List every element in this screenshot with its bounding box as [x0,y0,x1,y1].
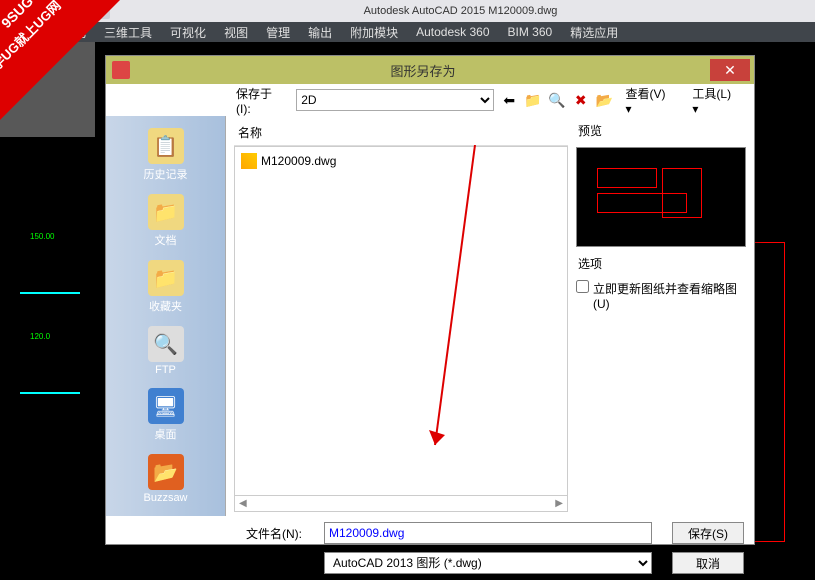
tool-palette [0,42,95,137]
ribbon-tabs: 注释 参数化 三维工具 可视化 视图 管理 输出 附加模块 Autodesk 3… [0,22,815,42]
search-icon[interactable]: 🔍 [548,91,566,109]
dialog-toolbar: 保存于(I): 2D ⬅ 📁 🔍 ✖ 📂 查看(V) ▾ 工具(L) ▾ [106,84,754,116]
tab-3dtools[interactable]: 三维工具 [104,24,152,41]
qat-icon[interactable] [76,3,92,19]
favorites-icon: 📁 [148,260,184,296]
desktop-icon: 🖥 [148,388,184,424]
tab-addins[interactable]: 附加模块 [350,24,398,41]
places-sidebar: 📋历史记录 📁文档 📁收藏夹 🔍FTP 🖥桌面 📂Buzzsaw [106,116,226,516]
file-item[interactable]: M120009.dwg [239,151,563,171]
sidebar-documents[interactable]: 📁文档 [110,190,221,252]
tab-parametric[interactable]: 参数化 [50,24,86,41]
up-icon[interactable]: 📁 [524,91,542,109]
cancel-button[interactable]: 取消 [672,552,744,574]
savein-dropdown[interactable]: 2D [296,89,494,111]
tab-annotate[interactable]: 注释 [8,24,32,41]
tab-manage[interactable]: 管理 [266,24,290,41]
history-icon: 📋 [148,128,184,164]
documents-icon: 📁 [148,194,184,230]
savein-label: 保存于(I): [236,85,286,116]
file-pane: 名称 M120009.dwg ◀▶ [234,120,568,512]
options-label: 选项 [576,253,746,274]
dialog-titlebar[interactable]: 图形另存为 ✕ [106,56,754,84]
sidebar-favorites[interactable]: 📁收藏夹 [110,256,221,318]
tab-visualize[interactable]: 可视化 [170,24,206,41]
filename-label: 文件名(N): [246,525,316,542]
dialog-bottom: 文件名(N): 保存(S) 文件类型(T): AutoCAD 2013 图形 (… [106,516,754,580]
update-thumbnail-checkbox[interactable]: 立即更新图纸并查看缩略图(U) [576,280,746,311]
delete-icon[interactable]: ✖ [572,91,590,109]
back-icon[interactable]: ⬅ [500,91,518,109]
sidebar-ftp[interactable]: 🔍FTP [110,322,221,380]
dialog-title: 图形另存为 [136,61,710,80]
preview-label: 预览 [576,120,746,141]
dwg-file-icon [241,153,257,169]
ftp-icon: 🔍 [148,326,184,362]
sidebar-buzzsaw[interactable]: 📂Buzzsaw [110,450,221,508]
filetype-dropdown[interactable]: AutoCAD 2013 图形 (*.dwg) [324,552,652,574]
qat-icon[interactable] [40,3,56,19]
qat-icon[interactable] [22,3,38,19]
file-list[interactable]: M120009.dwg [234,146,568,496]
autocad-icon [112,61,130,79]
preview-pane: 预览 选项 立即更新图纸并查看缩略图(U) [576,120,746,512]
tab-view[interactable]: 视图 [224,24,248,41]
app-titlebar: Autodesk AutoCAD 2015 M120009.dwg [0,0,815,22]
save-button[interactable]: 保存(S) [672,522,744,544]
tools-button[interactable]: 工具(L) ▾ [686,83,746,118]
qat-icon[interactable] [94,3,110,19]
checkbox-input[interactable] [576,280,589,293]
file-name: M120009.dwg [261,154,336,168]
name-column-header[interactable]: 名称 [234,120,568,146]
view-button[interactable]: 查看(V) ▾ [620,83,681,118]
qat-icon[interactable] [4,3,20,19]
tab-bim360[interactable]: BIM 360 [508,25,553,39]
newfolder-icon[interactable]: 📂 [596,91,614,109]
sidebar-history[interactable]: 📋历史记录 [110,124,221,186]
tab-a360[interactable]: Autodesk 360 [416,25,489,39]
quick-access-toolbar [4,3,110,19]
qat-icon[interactable] [58,3,74,19]
tab-output[interactable]: 输出 [308,24,332,41]
preview-thumbnail [576,147,746,247]
filename-input[interactable] [324,522,652,544]
scrollbar[interactable]: ◀▶ [234,496,568,512]
tab-featured[interactable]: 精选应用 [570,24,618,41]
filetype-label: 文件类型(T): [246,555,316,572]
close-button[interactable]: ✕ [710,59,750,81]
sidebar-desktop[interactable]: 🖥桌面 [110,384,221,446]
app-title: Autodesk AutoCAD 2015 M120009.dwg [110,5,811,17]
buzzsaw-icon: 📂 [148,454,184,490]
save-as-dialog: 图形另存为 ✕ 保存于(I): 2D ⬅ 📁 🔍 ✖ 📂 查看(V) ▾ 工具(… [105,55,755,545]
